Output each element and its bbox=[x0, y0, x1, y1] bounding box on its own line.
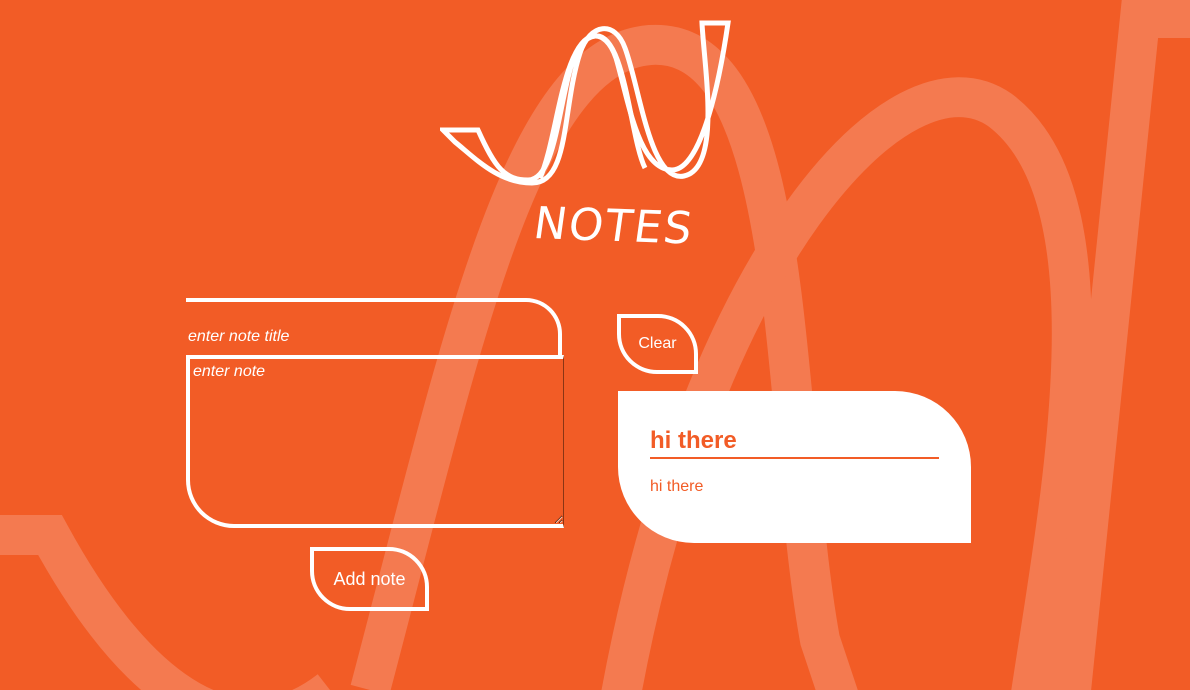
app-logo-text: NOTES bbox=[530, 197, 698, 255]
wave-logo-icon bbox=[440, 20, 731, 186]
note-card-body: hi there bbox=[650, 478, 704, 495]
add-note-button[interactable]: Add note bbox=[310, 547, 429, 611]
note-title-input[interactable] bbox=[186, 298, 562, 356]
note-card-title: hi there bbox=[650, 427, 939, 459]
clear-button[interactable]: Clear bbox=[617, 314, 698, 374]
note-card: hi there hi there bbox=[618, 391, 971, 543]
note-body-textarea[interactable] bbox=[186, 355, 564, 528]
